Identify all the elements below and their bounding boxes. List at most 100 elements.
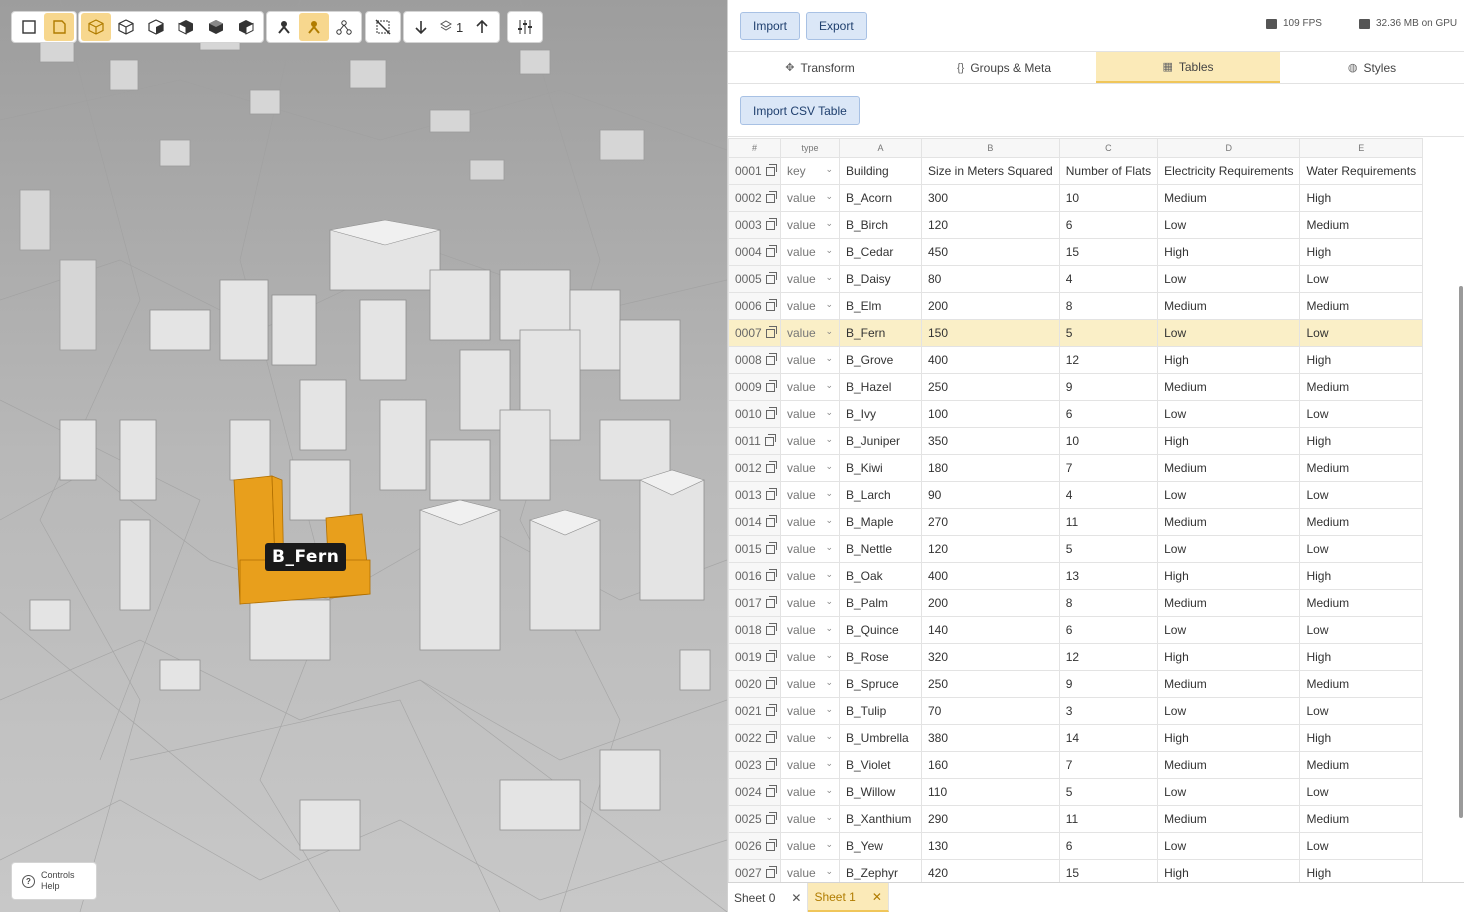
cell-a[interactable]: B_Juniper (839, 427, 922, 455)
cell-a[interactable]: B_Yew (839, 832, 922, 860)
cell-b[interactable]: 400 (921, 346, 1060, 374)
cell-c[interactable]: 11 (1058, 805, 1159, 833)
2d-shape-icon[interactable] (44, 13, 74, 41)
table-row[interactable]: 0025 value ⌄ B_Xanthium 290 11 Medium Medium (728, 805, 1424, 833)
row-type-select[interactable]: value ⌄ (780, 427, 840, 455)
cube-solid-icon[interactable] (231, 13, 261, 41)
col-header-rownum[interactable]: # (728, 138, 781, 158)
popout-icon[interactable] (765, 218, 777, 230)
cell-e[interactable]: Water Requirements (1299, 157, 1424, 185)
cell-e[interactable]: High (1299, 346, 1424, 374)
cell-c[interactable]: 15 (1058, 859, 1159, 882)
cell-d[interactable]: Low (1157, 535, 1301, 563)
popout-icon[interactable] (765, 839, 777, 851)
row-type-select[interactable]: value ⌄ (780, 589, 840, 617)
cell-a[interactable]: B_Cedar (839, 238, 922, 266)
row-number-cell[interactable]: 0026 (728, 832, 781, 860)
cell-b[interactable]: 400 (921, 562, 1060, 590)
cell-b[interactable]: 100 (921, 400, 1060, 428)
popout-icon[interactable] (765, 731, 777, 743)
cell-d[interactable]: High (1157, 346, 1301, 374)
cell-e[interactable]: High (1299, 724, 1424, 752)
table-row[interactable]: 0026 value ⌄ B_Yew 130 6 Low Low (728, 832, 1424, 860)
cell-a[interactable]: B_Grove (839, 346, 922, 374)
cell-a[interactable]: B_Tulip (839, 697, 922, 725)
cell-d[interactable]: Medium (1157, 508, 1301, 536)
row-type-select[interactable]: value ⌄ (780, 319, 840, 347)
cell-b[interactable]: 110 (921, 778, 1060, 806)
table-row[interactable]: 0024 value ⌄ B_Willow 110 5 Low Low (728, 778, 1424, 806)
cell-c[interactable]: 9 (1058, 373, 1159, 401)
popout-icon[interactable] (765, 812, 777, 824)
table-row[interactable]: 0027 value ⌄ B_Zephyr 420 15 High High (728, 859, 1424, 882)
cube-filled-icon[interactable] (141, 13, 171, 41)
cell-d[interactable]: High (1157, 427, 1301, 455)
cell-e[interactable]: Medium (1299, 292, 1424, 320)
cell-d[interactable]: High (1157, 724, 1301, 752)
tab-transform[interactable]: ✥ Transform (728, 52, 912, 83)
table-row[interactable]: 0003 value ⌄ B_Birch 120 6 Low Medium (728, 211, 1424, 239)
cell-e[interactable]: Low (1299, 319, 1424, 347)
cell-b[interactable]: 300 (921, 184, 1060, 212)
table-row[interactable]: 0014 value ⌄ B_Maple 270 11 Medium Medium (728, 508, 1424, 536)
cell-b[interactable]: 200 (921, 589, 1060, 617)
2d-square-icon[interactable] (14, 13, 44, 41)
table-row[interactable]: 0002 value ⌄ B_Acorn 300 10 Medium High (728, 184, 1424, 212)
cell-a[interactable]: B_Rose (839, 643, 922, 671)
cell-a[interactable]: B_Violet (839, 751, 922, 779)
cell-b[interactable]: 250 (921, 373, 1060, 401)
cell-c[interactable]: 13 (1058, 562, 1159, 590)
popout-icon[interactable] (765, 488, 777, 500)
col-header-d[interactable]: D (1157, 138, 1301, 158)
grid-off-icon[interactable] (368, 13, 398, 41)
row-type-select[interactable]: value ⌄ (780, 616, 840, 644)
row-number-cell[interactable]: 0003 (728, 211, 781, 239)
row-number-cell[interactable]: 0006 (728, 292, 781, 320)
cell-c[interactable]: 12 (1058, 346, 1159, 374)
cell-d[interactable]: Medium (1157, 589, 1301, 617)
cell-d[interactable]: Electricity Requirements (1157, 157, 1301, 185)
cell-e[interactable]: Low (1299, 616, 1424, 644)
cell-a[interactable]: Building (839, 157, 922, 185)
3d-viewport[interactable]: 1 B_Fern ? Controls Help (0, 0, 727, 912)
popout-icon[interactable] (765, 596, 777, 608)
cell-c[interactable]: 3 (1058, 697, 1159, 725)
popout-icon[interactable] (765, 191, 777, 203)
cell-b[interactable]: 200 (921, 292, 1060, 320)
row-number-cell[interactable]: 0015 (728, 535, 781, 563)
cell-e[interactable]: High (1299, 859, 1424, 882)
cell-e[interactable]: Low (1299, 481, 1424, 509)
pointer-tool-icon[interactable] (269, 13, 299, 41)
table-row[interactable]: 0005 value ⌄ B_Daisy 80 4 Low Low (728, 265, 1424, 293)
cell-e[interactable]: Medium (1299, 508, 1424, 536)
cell-e[interactable]: Low (1299, 778, 1424, 806)
arrow-down-icon[interactable] (406, 13, 436, 41)
row-type-select[interactable]: value ⌄ (780, 643, 840, 671)
row-number-cell[interactable]: 0016 (728, 562, 781, 590)
table-row[interactable]: 0007 value ⌄ B_Fern 150 5 Low Low (728, 319, 1424, 347)
cell-b[interactable]: 250 (921, 670, 1060, 698)
cell-a[interactable]: B_Quince (839, 616, 922, 644)
cell-e[interactable]: Medium (1299, 454, 1424, 482)
cell-c[interactable]: 6 (1058, 211, 1159, 239)
cell-a[interactable]: B_Fern (839, 319, 922, 347)
cell-b[interactable]: 270 (921, 508, 1060, 536)
row-type-select[interactable]: value ⌄ (780, 562, 840, 590)
row-type-select[interactable]: value ⌄ (780, 211, 840, 239)
cell-e[interactable]: Low (1299, 697, 1424, 725)
cell-a[interactable]: B_Ivy (839, 400, 922, 428)
cell-e[interactable]: Medium (1299, 373, 1424, 401)
cell-e[interactable]: High (1299, 562, 1424, 590)
cell-c[interactable]: 4 (1058, 481, 1159, 509)
row-type-select[interactable]: value ⌄ (780, 724, 840, 752)
table-row[interactable]: 0021 value ⌄ B_Tulip 70 3 Low Low (728, 697, 1424, 725)
cell-a[interactable]: B_Zephyr (839, 859, 922, 882)
popout-icon[interactable] (765, 677, 777, 689)
col-header-c[interactable]: C (1058, 138, 1159, 158)
popout-icon[interactable] (765, 569, 777, 581)
row-type-select[interactable]: value ⌄ (780, 778, 840, 806)
cell-b[interactable]: 290 (921, 805, 1060, 833)
table-row[interactable]: 0013 value ⌄ B_Larch 90 4 Low Low (728, 481, 1424, 509)
cell-c[interactable]: 8 (1058, 292, 1159, 320)
col-header-a[interactable]: A (839, 138, 922, 158)
